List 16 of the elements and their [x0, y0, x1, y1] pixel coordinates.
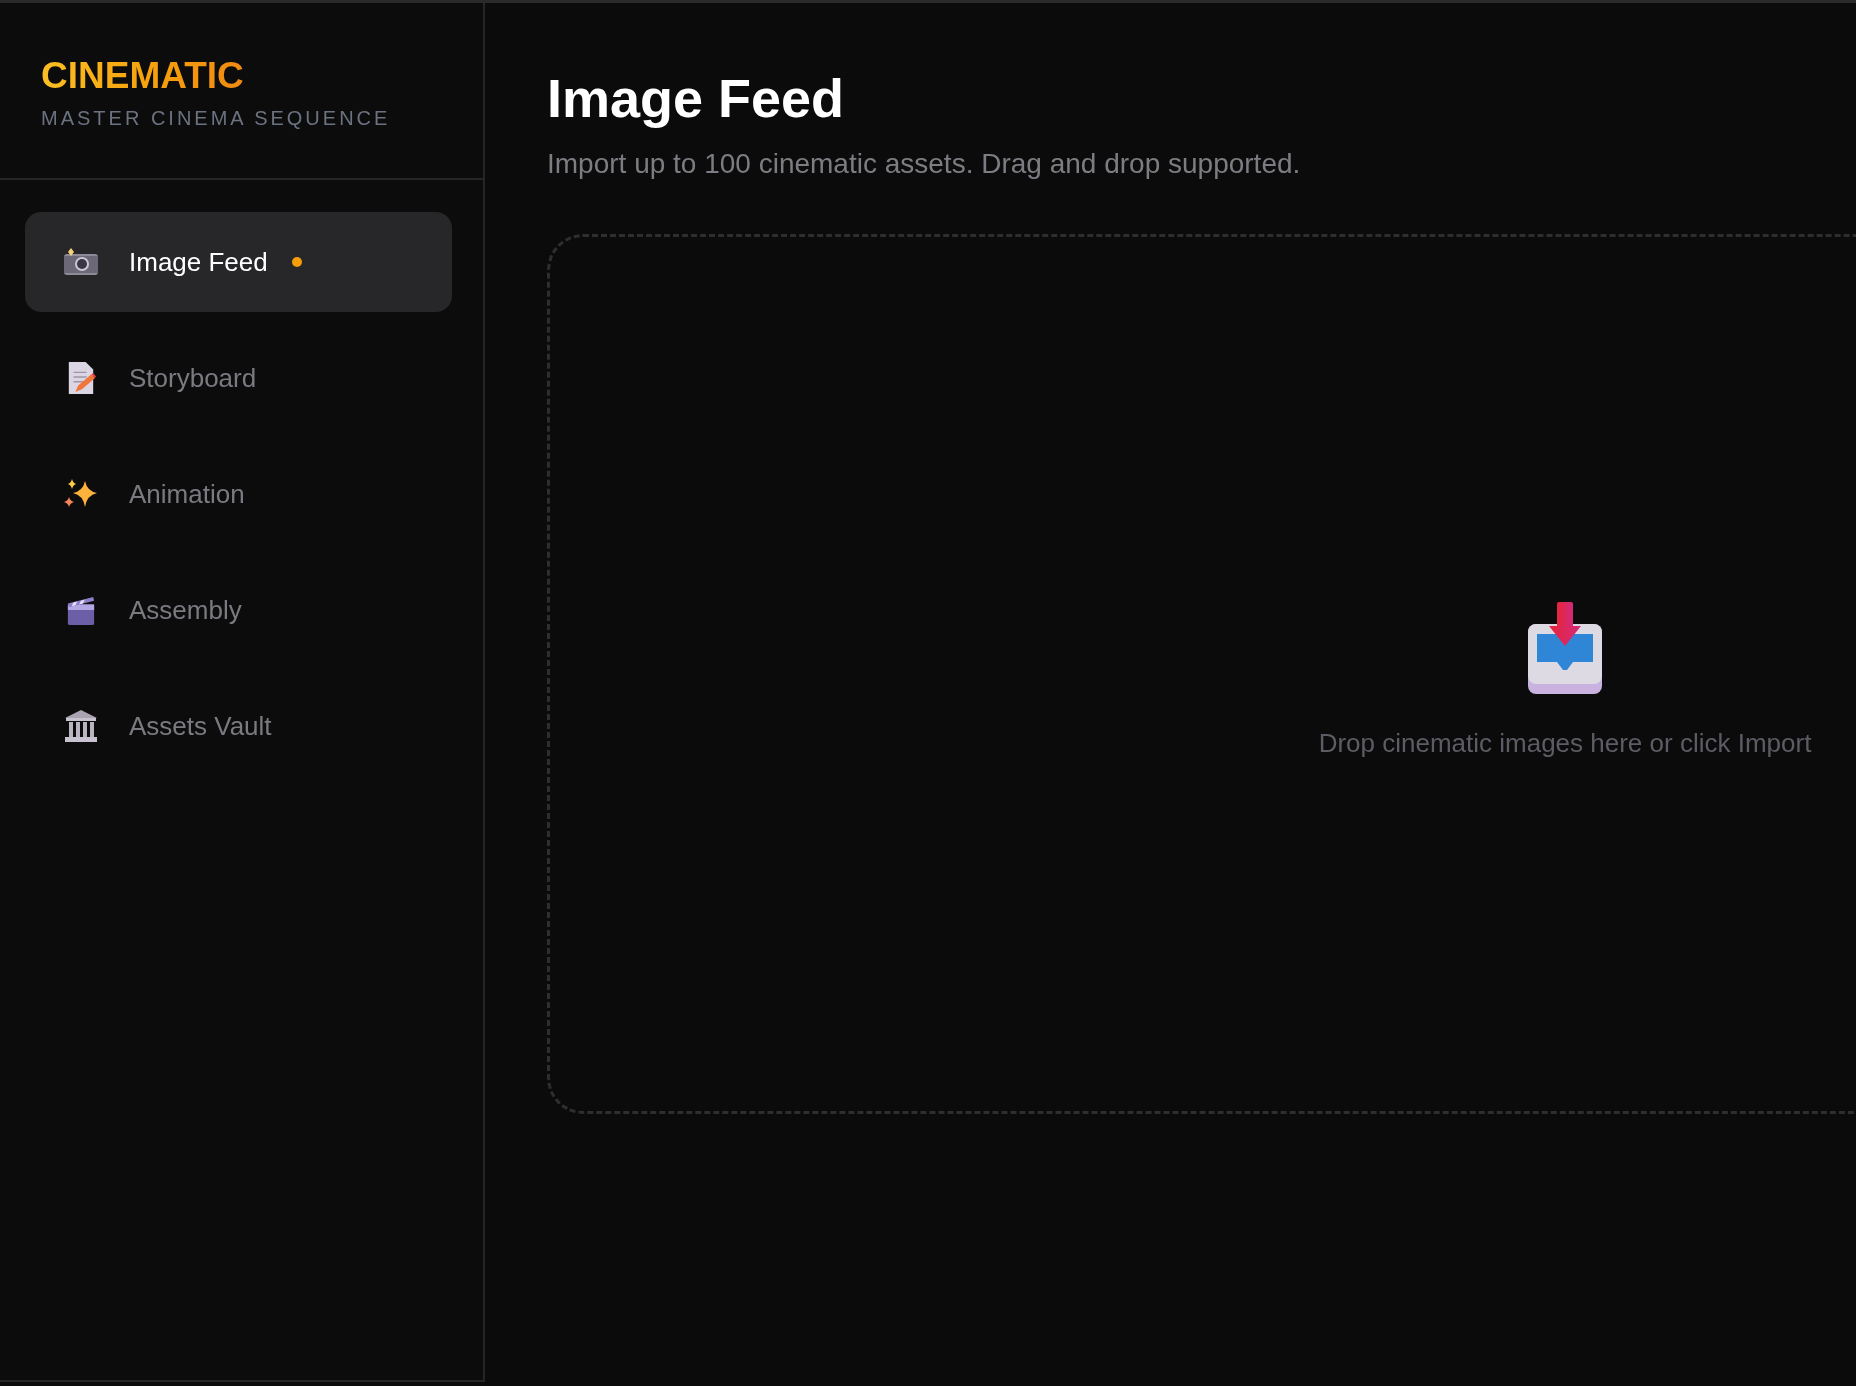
- brand-tagline: MASTER CINEMA SEQUENCE: [41, 107, 392, 130]
- sparkles-icon: [64, 479, 97, 507]
- sidebar-item[interactable]: Assembly: [25, 560, 452, 660]
- page-title: Image Feed: [547, 69, 846, 129]
- sidebar-item[interactable]: Animation: [25, 444, 452, 544]
- memo-icon: [68, 362, 96, 394]
- drop-hint: Drop cinematic images here or click Import: [1318, 727, 1812, 759]
- bank-building-icon: [65, 710, 97, 742]
- sidebar-item[interactable]: Image Feed: [25, 212, 452, 312]
- drop-zone[interactable]: Drop cinematic images here or click Import: [547, 234, 1856, 1115]
- page-subtitle: Import up to 100 cinematic assets. Drag and drop supported.: [547, 148, 1302, 181]
- clapperboard-icon: [67, 596, 95, 625]
- sidebar-item[interactable]: Assets Vault: [25, 676, 452, 776]
- sidebar-item[interactable]: Storyboard: [25, 328, 452, 428]
- inbox-download-icon: [1527, 599, 1603, 696]
- camera-icon: [64, 248, 98, 275]
